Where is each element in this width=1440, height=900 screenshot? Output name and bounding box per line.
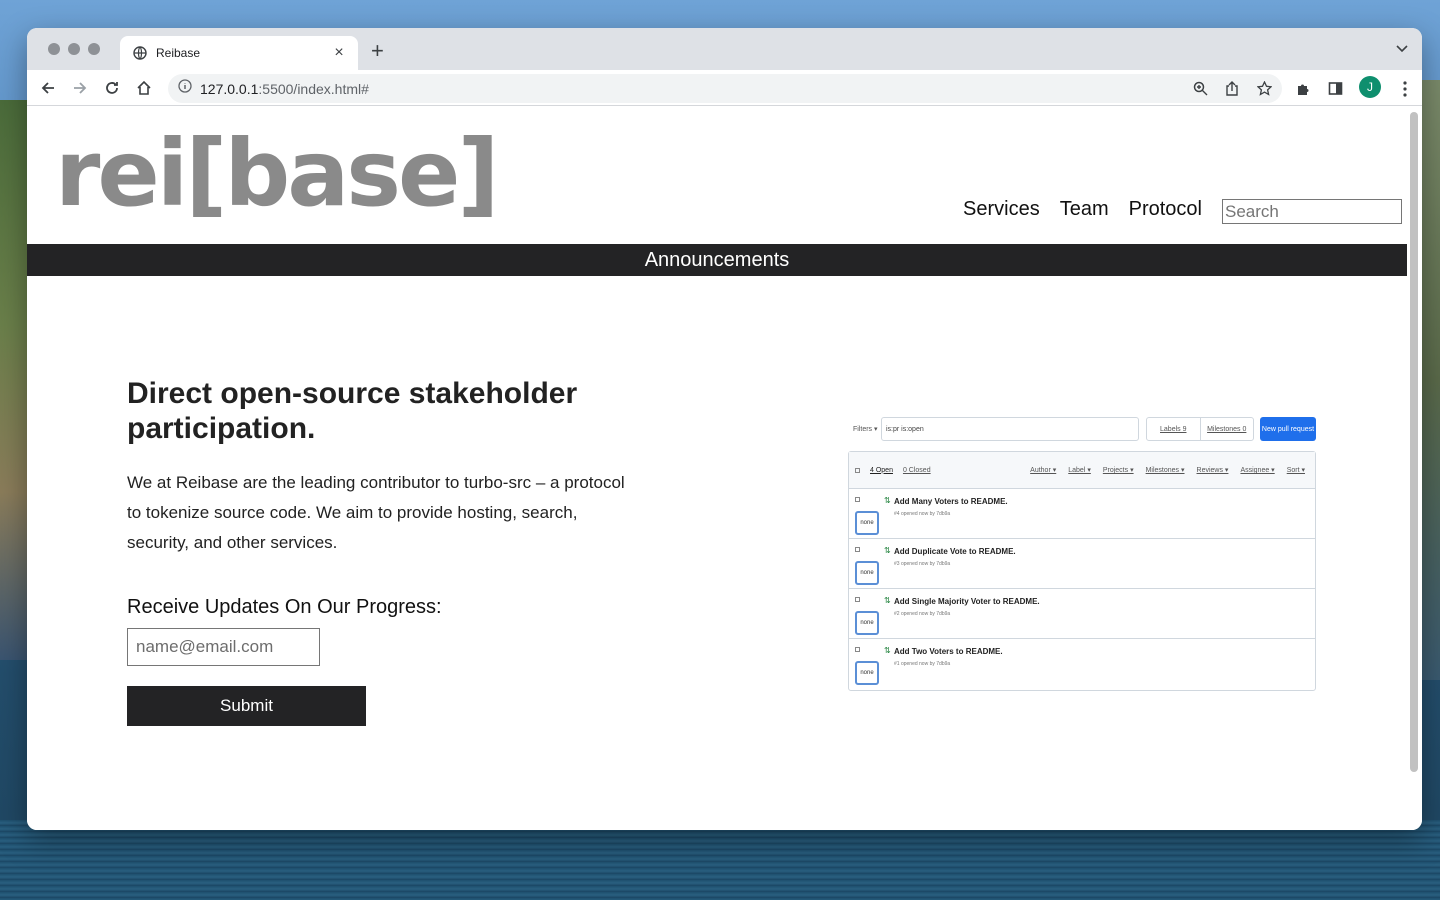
submit-button[interactable]: Submit xyxy=(127,686,366,726)
bookmark-star-icon[interactable] xyxy=(1256,80,1272,96)
pull-request-icon: ⇅ xyxy=(884,546,891,555)
minimize-window-button[interactable] xyxy=(68,43,80,55)
pr-open-count: 4 Open xyxy=(870,466,893,474)
pr-filter-projects: Projects ▾ xyxy=(1102,467,1134,474)
active-tab[interactable]: Reibase × xyxy=(120,36,358,70)
pr-row-title: Add Many Voters to README. xyxy=(894,497,1008,506)
pr-row-meta: #3 opened now by 7db9a xyxy=(894,561,951,567)
close-window-button[interactable] xyxy=(48,43,60,55)
side-panel-icon[interactable] xyxy=(1327,81,1343,97)
browser-menu-kebab-icon[interactable] xyxy=(1397,80,1413,97)
pr-select-all-checkbox xyxy=(855,467,860,473)
pr-row-checkbox xyxy=(855,647,860,652)
pr-row-checkbox xyxy=(855,497,860,502)
page-scrollbar[interactable] xyxy=(1410,112,1418,772)
back-arrow-icon[interactable] xyxy=(39,79,57,97)
announcements-bar[interactable]: Announcements xyxy=(27,244,1407,276)
pull-requests-screenshot: Filters ▾ is:pr is:open Labels 9 Milesto… xyxy=(847,411,1317,691)
site-search-input[interactable] xyxy=(1222,199,1402,224)
url-path: :5500/index.html# xyxy=(258,80,369,97)
pr-row-meta: #1 opened now by 7db9a xyxy=(894,661,951,667)
url-host: 127.0.0.1 xyxy=(200,80,259,97)
pr-filter-author: Author ▾ xyxy=(1030,467,1057,474)
pr-search-field: is:pr is:open xyxy=(881,417,1139,441)
pr-new-button: New pull request xyxy=(1260,417,1316,441)
pr-vote-badge: none xyxy=(855,661,879,685)
pr-labels-button: Labels 9 xyxy=(1160,425,1187,433)
hero-title: Direct open-source stakeholder participa… xyxy=(127,377,578,445)
share-icon[interactable] xyxy=(1224,80,1240,96)
zoom-icon[interactable] xyxy=(1192,80,1208,96)
email-field[interactable] xyxy=(127,628,320,666)
pr-row-title: Add Two Voters to README. xyxy=(894,647,1003,656)
pr-filter-assignee: Assignee ▾ xyxy=(1240,467,1275,474)
pr-row: ⇅ Add Duplicate Vote to README. #3 opene… xyxy=(849,539,1315,589)
pr-vote-badge: none xyxy=(855,561,879,585)
pr-milestones-button: Milestones 0 xyxy=(1199,418,1254,440)
pr-filter-label: Label ▾ xyxy=(1068,467,1091,474)
window-controls xyxy=(48,43,100,55)
home-icon[interactable] xyxy=(135,79,153,97)
pr-filter-milestones: Milestones ▾ xyxy=(1145,467,1185,474)
site-info-icon[interactable] xyxy=(178,79,192,98)
browser-toolbar: 127.0.0.1:5500/index.html# J xyxy=(27,70,1422,106)
nav-protocol[interactable]: Protocol xyxy=(1129,198,1202,221)
close-tab-icon[interactable]: × xyxy=(330,45,348,61)
tab-search-chevron-icon[interactable] xyxy=(1396,42,1408,56)
maximize-window-button[interactable] xyxy=(88,43,100,55)
pr-closed-count: 0 Closed xyxy=(902,466,931,474)
extensions-puzzle-icon[interactable] xyxy=(1295,81,1311,97)
nav-team[interactable]: Team xyxy=(1060,198,1109,221)
pr-filter-sort: Sort ▾ xyxy=(1286,467,1305,474)
pr-filters-label: Filters ▾ xyxy=(853,426,878,433)
new-tab-icon[interactable]: + xyxy=(371,40,384,62)
reibase-logo[interactable]: rei[base] xyxy=(55,128,499,220)
pr-row-title: Add Duplicate Vote to README. xyxy=(894,547,1016,556)
pull-request-icon: ⇅ xyxy=(884,646,891,655)
pr-row-meta: #2 opened now by 7db9a xyxy=(894,611,951,617)
reload-icon[interactable] xyxy=(103,79,121,97)
pr-row: ⇅ Add Many Voters to README. #4 opened n… xyxy=(849,489,1315,539)
pr-row-title: Add Single Majority Voter to README. xyxy=(894,597,1040,606)
pr-row-checkbox xyxy=(855,547,860,552)
url-text: 127.0.0.1:5500/index.html# xyxy=(200,81,369,97)
tab-bar: Reibase × + xyxy=(27,28,1422,70)
pr-row: ⇅ Add Single Majority Voter to README. #… xyxy=(849,589,1315,639)
globe-icon xyxy=(132,45,148,61)
pr-labels-milestones: Labels 9 Milestones 0 xyxy=(1146,417,1254,441)
tab-title: Reibase xyxy=(156,46,201,60)
main-nav: Services Team Protocol xyxy=(963,198,1202,221)
pr-row-checkbox xyxy=(855,597,860,602)
address-bar[interactable]: 127.0.0.1:5500/index.html# xyxy=(168,74,1282,103)
browser-window: Reibase × + 127.0.0.1:5500/index.html# J… xyxy=(27,28,1422,830)
pull-request-icon: ⇅ xyxy=(884,596,891,605)
pr-row: ⇅ Add Two Voters to README. #1 opened no… xyxy=(849,639,1315,689)
pr-list: 4 Open 0 Closed Author ▾ Label ▾ Project… xyxy=(848,451,1316,691)
updates-label: Receive Updates On Our Progress: xyxy=(127,596,442,618)
pr-vote-badge: none xyxy=(855,611,879,635)
forward-arrow-icon[interactable] xyxy=(71,79,89,97)
pr-vote-badge: none xyxy=(855,511,879,535)
profile-avatar[interactable]: J xyxy=(1359,76,1381,98)
nav-services[interactable]: Services xyxy=(963,198,1040,221)
hero-description: We at Reibase are the leading contributo… xyxy=(127,473,625,552)
pull-request-icon: ⇅ xyxy=(884,496,891,505)
hero-section: Direct open-source stakeholder participa… xyxy=(127,376,627,726)
pr-row-meta: #4 opened now by 7db9a xyxy=(894,511,951,517)
pr-filter-reviews: Reviews ▾ xyxy=(1196,467,1229,474)
pr-list-header: 4 Open 0 Closed Author ▾ Label ▾ Project… xyxy=(849,452,1315,489)
site-header: rei[base] Services Team Protocol xyxy=(27,106,1407,244)
page-viewport: rei[base] Services Team Protocol Announc… xyxy=(27,106,1422,830)
desktop-wallpaper-sea xyxy=(0,820,1440,900)
pr-header-filters: Author ▾ Label ▾ Projects ▾ Milestones ▾… xyxy=(1030,466,1315,474)
